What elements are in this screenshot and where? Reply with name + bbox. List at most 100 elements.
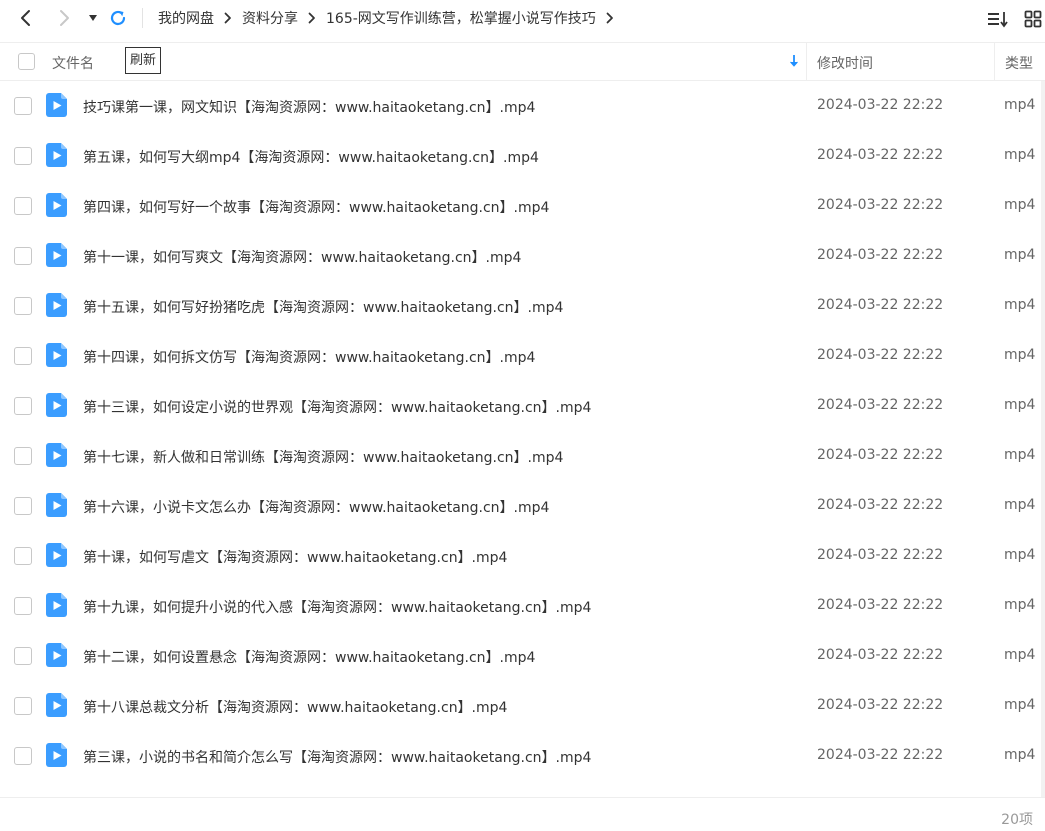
history-dropdown-button[interactable] [81, 6, 105, 30]
file-modified-time: 2024-03-22 22:22 [817, 747, 944, 763]
file-row[interactable]: 技巧课第一课，网文知识【海淘资源网：www.haitaoketang.cn】.m… [0, 81, 1045, 131]
file-name[interactable]: 第十三课，如何设定小说的世界观【海淘资源网：www.haitaoketang.c… [83, 397, 591, 417]
column-header-type[interactable]: 类型 [1005, 53, 1033, 73]
row-checkbox[interactable] [14, 497, 32, 515]
row-checkbox[interactable] [14, 697, 32, 715]
file-row[interactable]: 第十五课，如何写好扮猪吃虎【海淘资源网：www.haitaoketang.cn】… [0, 281, 1045, 331]
video-file-icon [46, 643, 67, 667]
file-row[interactable]: 第十三课，如何设定小说的世界观【海淘资源网：www.haitaoketang.c… [0, 381, 1045, 431]
nav-divider [142, 8, 143, 28]
file-name[interactable]: 第四课，如何写好一个故事【海淘资源网：www.haitaoketang.cn】.… [83, 197, 549, 217]
video-file-icon [46, 543, 67, 567]
view-toggle-button[interactable] [1021, 7, 1045, 31]
video-file-icon [46, 243, 67, 267]
row-checkbox[interactable] [14, 597, 32, 615]
file-modified-time: 2024-03-22 22:22 [817, 697, 944, 713]
row-checkbox[interactable] [14, 147, 32, 165]
file-type: mp4 [1004, 597, 1036, 613]
row-checkbox[interactable] [14, 97, 32, 115]
forward-button[interactable] [52, 6, 76, 30]
file-type: mp4 [1004, 147, 1036, 163]
breadcrumb-item-shared[interactable]: 资料分享 [242, 8, 298, 28]
file-type: mp4 [1004, 697, 1036, 713]
breadcrumb-separator-icon [606, 12, 614, 24]
sort-descending-icon[interactable] [788, 54, 800, 68]
file-modified-time: 2024-03-22 22:22 [817, 347, 944, 363]
file-row[interactable]: 第十六课，小说卡文怎么办【海淘资源网：www.haitaoketang.cn】.… [0, 481, 1045, 531]
file-type: mp4 [1004, 347, 1036, 363]
file-row[interactable]: 第三课，小说的书名和简介怎么写【海淘资源网：www.haitaoketang.c… [0, 731, 1045, 781]
chevron-left-icon [21, 10, 30, 26]
file-row[interactable]: 第十七课，新人做和日常训练【海淘资源网：www.haitaoketang.cn】… [0, 431, 1045, 481]
file-row[interactable]: 第四课，如何写好一个故事【海淘资源网：www.haitaoketang.cn】.… [0, 181, 1045, 231]
file-modified-time: 2024-03-22 22:22 [817, 447, 944, 463]
file-modified-time: 2024-03-22 22:22 [817, 497, 944, 513]
file-name[interactable]: 第十一课，如何写爽文【海淘资源网：www.haitaoketang.cn】.mp… [83, 247, 521, 267]
video-file-icon [46, 293, 67, 317]
file-list: 技巧课第一课，网文知识【海淘资源网：www.haitaoketang.cn】.m… [0, 81, 1045, 797]
scrollbar[interactable] [1041, 81, 1045, 801]
video-file-icon [46, 93, 67, 117]
file-modified-time: 2024-03-22 22:22 [817, 297, 944, 313]
caret-down-icon [89, 15, 97, 21]
file-type: mp4 [1004, 97, 1036, 113]
file-row[interactable]: 第十课，如何写虐文【海淘资源网：www.haitaoketang.cn】.mp4… [0, 531, 1045, 581]
chevron-right-icon [60, 10, 69, 26]
video-file-icon [46, 743, 67, 767]
sort-button[interactable] [986, 7, 1010, 31]
file-name[interactable]: 第十五课，如何写好扮猪吃虎【海淘资源网：www.haitaoketang.cn】… [83, 297, 563, 317]
select-all-checkbox[interactable] [18, 53, 35, 70]
file-type: mp4 [1004, 297, 1036, 313]
file-modified-time: 2024-03-22 22:22 [817, 197, 944, 213]
file-name[interactable]: 第十七课，新人做和日常训练【海淘资源网：www.haitaoketang.cn】… [83, 447, 563, 467]
file-modified-time: 2024-03-22 22:22 [817, 147, 944, 163]
file-row[interactable]: 第十二课，如何设置悬念【海淘资源网：www.haitaoketang.cn】.m… [0, 631, 1045, 681]
file-modified-time: 2024-03-22 22:22 [817, 97, 944, 113]
column-header-time[interactable]: 修改时间 [817, 53, 873, 73]
file-type: mp4 [1004, 197, 1036, 213]
video-file-icon [46, 143, 67, 167]
grid-view-icon [1024, 10, 1042, 28]
column-divider[interactable] [806, 43, 807, 80]
file-name[interactable]: 技巧课第一课，网文知识【海淘资源网：www.haitaoketang.cn】.m… [83, 97, 535, 117]
file-row[interactable]: 第五课，如何写大纲mp4【海淘资源网：www.haitaoketang.cn】.… [0, 131, 1045, 181]
row-checkbox[interactable] [14, 397, 32, 415]
file-name[interactable]: 第十八课总裁文分析【海淘资源网：www.haitaoketang.cn】.mp4 [83, 697, 507, 717]
row-checkbox[interactable] [14, 347, 32, 365]
breadcrumb-item-current[interactable]: 165-网文写作训练营，松掌握小说写作技巧 [326, 8, 596, 28]
breadcrumb-item-root[interactable]: 我的网盘 [158, 8, 214, 28]
file-row[interactable]: 第十九课，如何提升小说的代入感【海淘资源网：www.haitaoketang.c… [0, 581, 1045, 631]
column-header-name[interactable]: 文件名 [52, 53, 94, 73]
file-name[interactable]: 第十六课，小说卡文怎么办【海淘资源网：www.haitaoketang.cn】.… [83, 497, 549, 517]
back-button[interactable] [14, 6, 38, 30]
refresh-icon [110, 10, 126, 26]
file-modified-time: 2024-03-22 22:22 [817, 397, 944, 413]
refresh-button[interactable] [106, 6, 130, 30]
sort-list-icon [988, 12, 1008, 28]
file-row[interactable]: 第十四课，如何拆文仿写【海淘资源网：www.haitaoketang.cn】.m… [0, 331, 1045, 381]
file-name[interactable]: 第三课，小说的书名和简介怎么写【海淘资源网：www.haitaoketang.c… [83, 747, 591, 767]
breadcrumb-separator-icon [308, 12, 316, 24]
row-checkbox[interactable] [14, 297, 32, 315]
column-divider[interactable] [994, 43, 995, 80]
row-checkbox[interactable] [14, 447, 32, 465]
file-row[interactable]: 第十八课总裁文分析【海淘资源网：www.haitaoketang.cn】.mp4… [0, 681, 1045, 731]
row-checkbox[interactable] [14, 647, 32, 665]
file-row[interactable]: 第十一课，如何写爽文【海淘资源网：www.haitaoketang.cn】.mp… [0, 231, 1045, 281]
file-name[interactable]: 第十课，如何写虐文【海淘资源网：www.haitaoketang.cn】.mp4 [83, 547, 507, 567]
file-name[interactable]: 第五课，如何写大纲mp4【海淘资源网：www.haitaoketang.cn】.… [83, 147, 539, 167]
file-type: mp4 [1004, 397, 1036, 413]
file-modified-time: 2024-03-22 22:22 [817, 597, 944, 613]
file-type: mp4 [1004, 447, 1036, 463]
row-checkbox[interactable] [14, 547, 32, 565]
file-type: mp4 [1004, 497, 1036, 513]
video-file-icon [46, 593, 67, 617]
file-name[interactable]: 第十四课，如何拆文仿写【海淘资源网：www.haitaoketang.cn】.m… [83, 347, 535, 367]
row-checkbox[interactable] [14, 747, 32, 765]
breadcrumb: 我的网盘 资料分享 165-网文写作训练营，松掌握小说写作技巧 [158, 0, 624, 36]
video-file-icon [46, 393, 67, 417]
row-checkbox[interactable] [14, 247, 32, 265]
file-name[interactable]: 第十九课，如何提升小说的代入感【海淘资源网：www.haitaoketang.c… [83, 597, 591, 617]
row-checkbox[interactable] [14, 197, 32, 215]
file-name[interactable]: 第十二课，如何设置悬念【海淘资源网：www.haitaoketang.cn】.m… [83, 647, 535, 667]
